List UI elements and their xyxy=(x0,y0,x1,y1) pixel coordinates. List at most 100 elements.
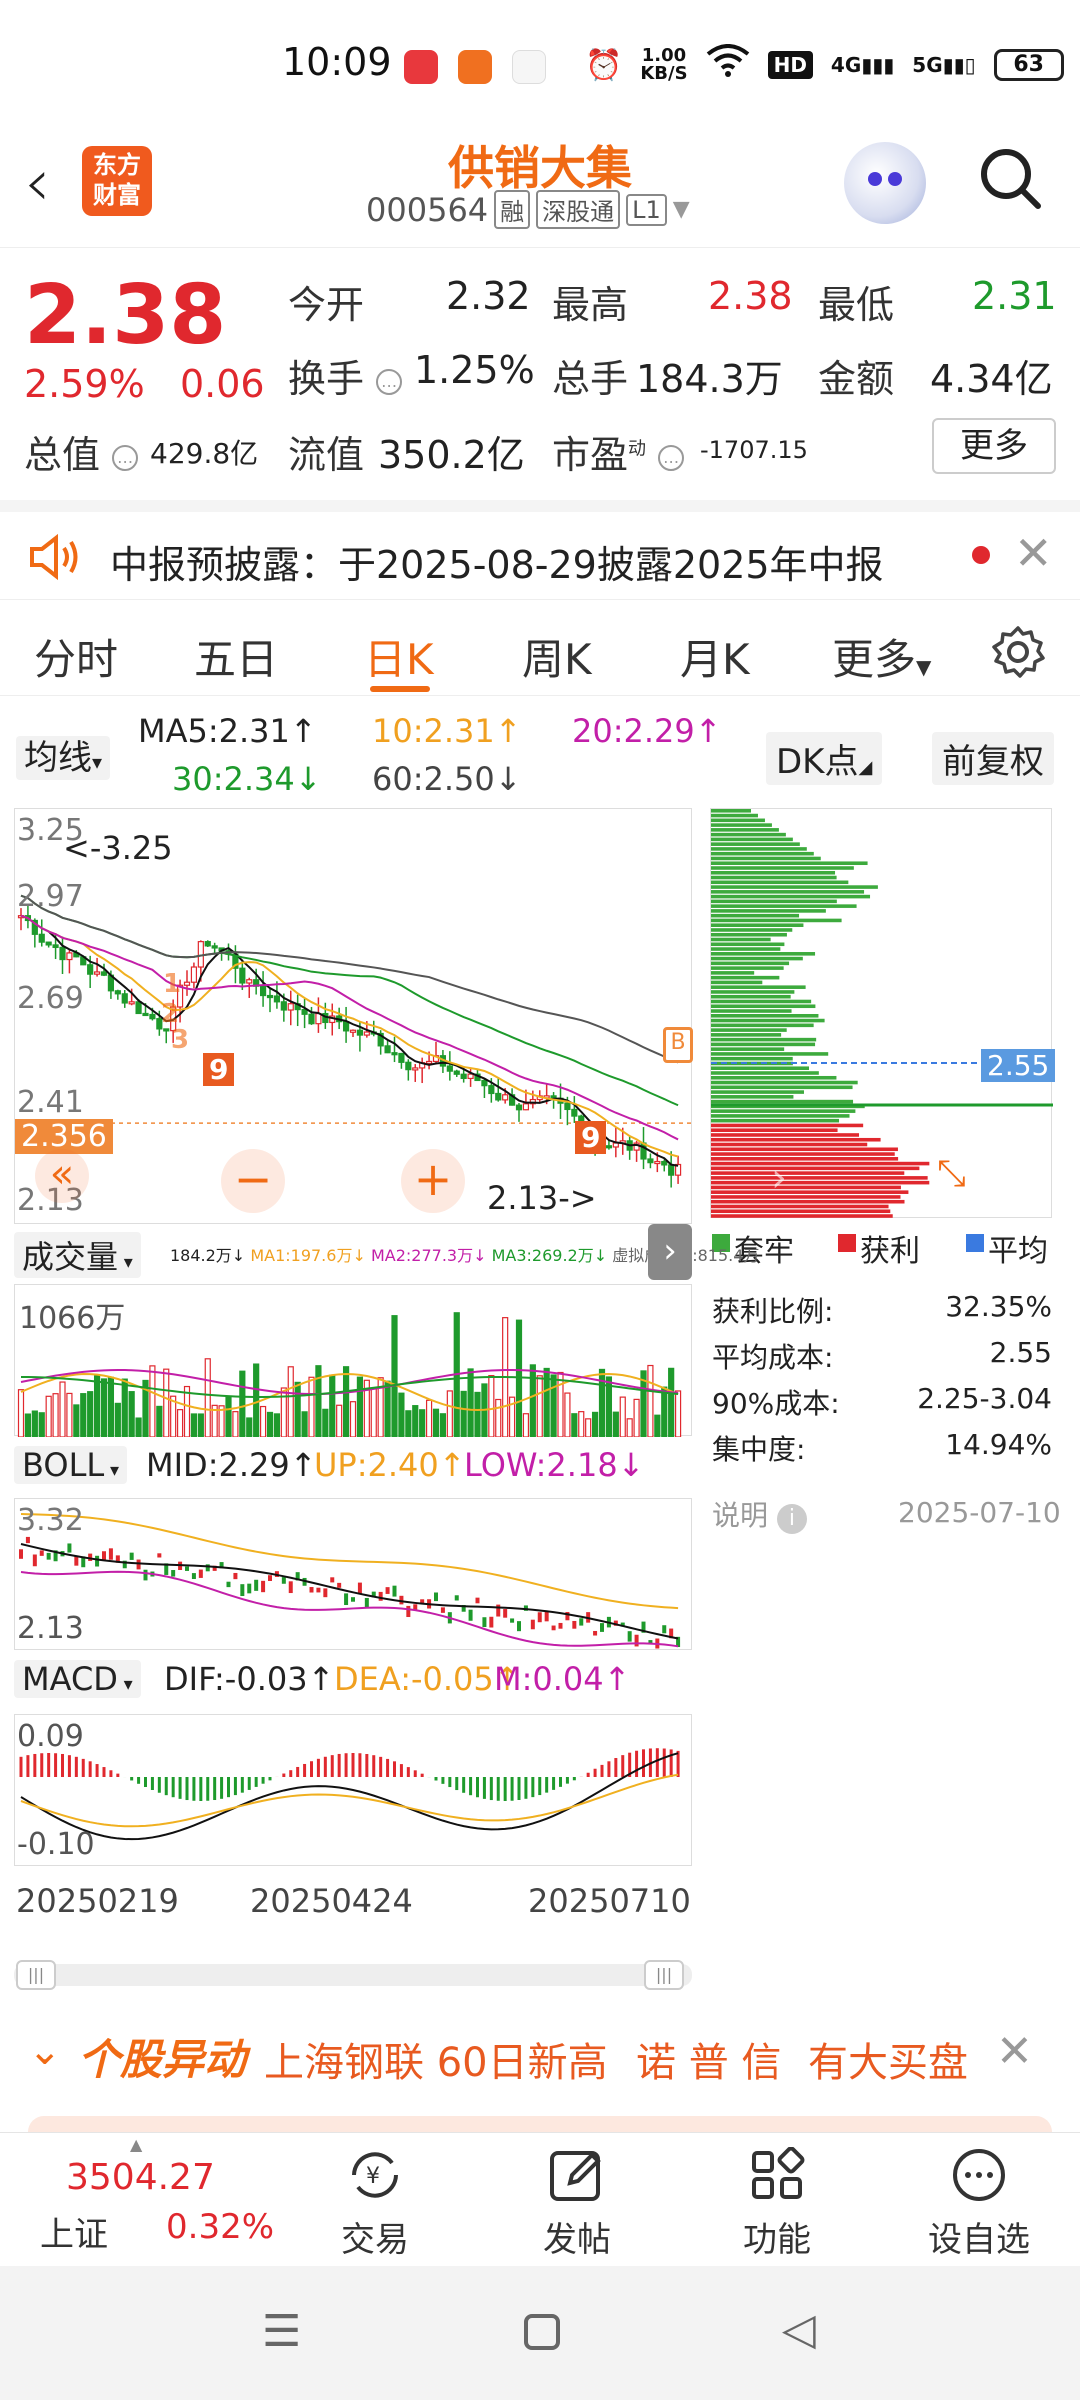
k-candle xyxy=(564,1102,571,1111)
function-button[interactable]: 功能 xyxy=(712,2146,842,2261)
k-candle xyxy=(661,1160,668,1166)
range-slider-track[interactable] xyxy=(14,1964,692,1986)
boll-candle xyxy=(434,1592,438,1602)
volume-bar xyxy=(529,1364,536,1437)
stock-code-row[interactable]: 000564 融 深股通 L1 ▼ xyxy=(366,190,690,229)
boll-low: LOW:2.18↓ xyxy=(464,1446,645,1484)
tab-more[interactable]: 更多▼ xyxy=(832,626,931,687)
boll-candle xyxy=(143,1569,148,1581)
speaker-icon xyxy=(30,533,78,581)
tab-five-day[interactable]: 五日 xyxy=(194,626,278,687)
volume-bar xyxy=(176,1409,184,1437)
add-watchlist-button[interactable]: 设自选 xyxy=(914,2147,1044,2261)
volume-bar xyxy=(474,1391,481,1437)
expand-icon[interactable]: ⤡ xyxy=(937,1153,966,1195)
event-marker-icon[interactable]: B xyxy=(663,1027,693,1063)
expand-panel-icon[interactable]: › xyxy=(648,1224,692,1280)
macd-bar xyxy=(61,1753,64,1777)
boll-candle xyxy=(288,1581,293,1594)
chip-bar xyxy=(711,1176,928,1180)
macd-bar xyxy=(351,1753,355,1777)
chevron-down-icon[interactable]: ⌄ xyxy=(28,2028,62,2074)
k-candle xyxy=(488,1085,495,1095)
assistant-robot-icon[interactable] xyxy=(844,142,926,224)
close-icon[interactable]: ✕ xyxy=(1014,526,1053,580)
post-button[interactable]: 发帖 xyxy=(512,2147,642,2261)
scroll-left-icon[interactable]: « xyxy=(35,1149,89,1203)
tab-monthly-k[interactable]: 月K xyxy=(680,626,750,687)
boll-candle xyxy=(226,1581,231,1588)
chip-bar xyxy=(711,1014,819,1018)
ma10-value: 10:2.31↑ xyxy=(372,712,522,750)
movement-bar[interactable]: ⌄ 个股异动 上海钢联 60日新高 诺 普 信 有大买盘 ✕ xyxy=(0,2016,1080,2098)
chip-bar xyxy=(711,1137,881,1142)
settings-gear-icon[interactable] xyxy=(990,624,1046,680)
k-axis-mid2: 2.69 xyxy=(17,981,84,1016)
menu-icon[interactable]: ☰ xyxy=(262,2306,301,2357)
search-icon[interactable] xyxy=(978,146,1044,212)
notice-bar[interactable]: 中报预披露：于2025-08-29披露2025年中报 ✕ xyxy=(0,500,1080,600)
k-candle xyxy=(114,990,121,995)
chip-bar xyxy=(711,1147,898,1152)
tab-weekly-k[interactable]: 周K xyxy=(522,626,592,687)
k-candle xyxy=(149,1013,156,1020)
movement-item[interactable]: 诺 普 信 xyxy=(636,2030,781,2088)
movement-item[interactable]: 有大买盘 xyxy=(808,2030,968,2088)
k-candle xyxy=(266,994,274,999)
zoom-out-icon[interactable]: − xyxy=(221,1149,285,1213)
macd-bar xyxy=(538,1777,542,1796)
boll-candle xyxy=(337,1582,342,1588)
volume-bar xyxy=(280,1387,287,1437)
range-handle-right[interactable]: ||| xyxy=(644,1960,684,1990)
chip-bar xyxy=(711,890,865,894)
chip-note[interactable]: 说明 i xyxy=(712,1494,807,1534)
chip-distribution-chart[interactable]: 2.55 › ⤡ xyxy=(710,808,1056,1218)
back-nav-icon[interactable]: ◁ xyxy=(782,2304,816,2355)
indicator-select[interactable]: 均线▾ xyxy=(16,730,111,780)
index-value[interactable]: 3504.27 xyxy=(66,2157,215,2198)
boll-candle xyxy=(157,1553,162,1558)
close-icon[interactable]: ✕ xyxy=(996,2026,1033,2077)
trade-button[interactable]: ¥ 交易 xyxy=(310,2147,440,2261)
volume-bar xyxy=(329,1374,336,1437)
movement-item[interactable]: 上海钢联 60日新高 xyxy=(264,2030,608,2088)
ma5-value: MA5:2.31↑ xyxy=(138,712,317,750)
macd-bar xyxy=(213,1777,217,1801)
tab-daily-k[interactable]: 日K xyxy=(364,626,434,687)
date-label-end: 20250710 xyxy=(528,1882,691,1920)
boll-candle xyxy=(593,1630,598,1636)
chip-stat-row: 获利比例: 32.35% xyxy=(712,1290,1052,1328)
volume-bar xyxy=(149,1365,156,1437)
macd-select[interactable]: MACD ▾ xyxy=(14,1660,141,1698)
volume-bar xyxy=(135,1417,142,1437)
boll-select[interactable]: BOLL ▾ xyxy=(14,1446,127,1484)
chip-bar xyxy=(711,1204,889,1209)
index-pct[interactable]: 0.32% xyxy=(166,2207,274,2247)
zoom-in-icon[interactable]: + xyxy=(401,1149,465,1213)
adjust-button[interactable]: 前复权 xyxy=(932,732,1054,785)
more-button[interactable]: 更多 xyxy=(932,418,1056,474)
range-handle-left[interactable]: ||| xyxy=(16,1960,56,1990)
ma60-value: 60:2.50↓ xyxy=(372,760,522,798)
volume-bar xyxy=(522,1413,530,1437)
macd-bar xyxy=(517,1777,521,1800)
k-axis-low1: 2.41 xyxy=(17,1085,84,1120)
boll-candle xyxy=(344,1593,349,1606)
volume-select[interactable]: 成交量 ▾ xyxy=(14,1232,141,1278)
volume-chart[interactable]: 1066万 xyxy=(14,1284,692,1437)
chevron-right-icon[interactable]: › xyxy=(771,1155,787,1201)
home-icon[interactable] xyxy=(524,2314,560,2350)
tab-intraday[interactable]: 分时 xyxy=(34,626,118,687)
dk-point-button[interactable]: DK点◢ xyxy=(766,732,883,785)
macd-bar xyxy=(199,1777,203,1801)
volume-bar xyxy=(661,1386,668,1437)
ma20-value: 20:2.29↑ xyxy=(572,712,722,750)
boll-candle xyxy=(530,1619,535,1630)
index-name[interactable]: 上证 xyxy=(40,2207,108,2256)
volume-bar xyxy=(121,1378,128,1437)
k-line-chart[interactable]: 3.25 2.97 2.69 2.41 2.13 <-3.25 2.13-> 2… xyxy=(14,808,693,1224)
chip-bar xyxy=(711,828,779,832)
macd-chart[interactable]: 0.09 -0.10 xyxy=(14,1714,692,1866)
boll-chart[interactable]: 3.32 2.13 xyxy=(14,1498,692,1650)
trade-icon: ¥ xyxy=(352,2152,398,2198)
